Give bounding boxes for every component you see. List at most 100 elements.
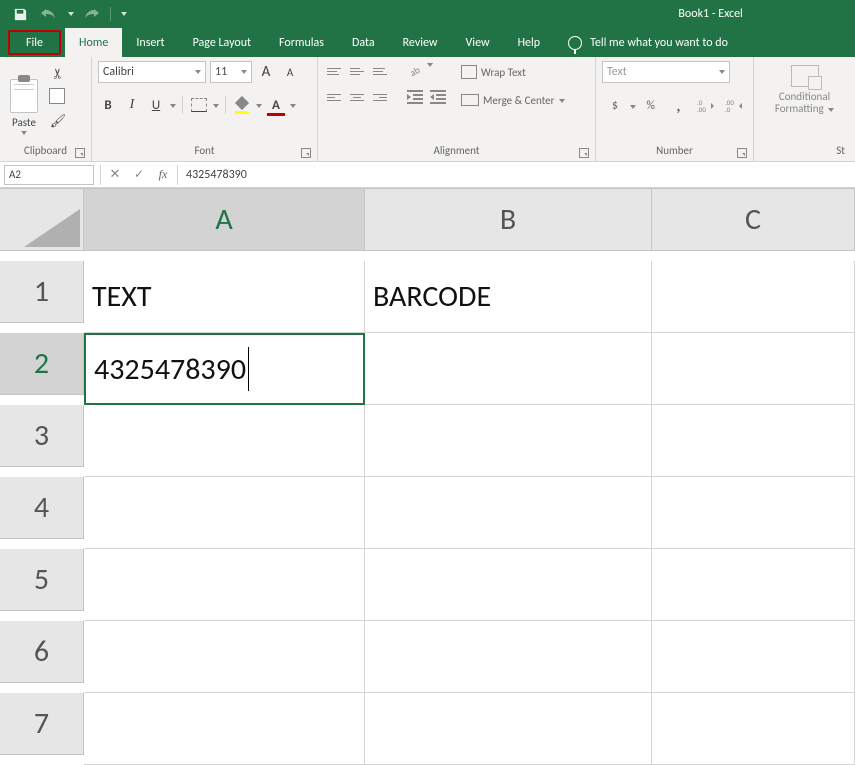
tab-page-layout[interactable]: Page Layout [179,28,265,57]
cell-c2[interactable] [652,333,855,405]
underline-button[interactable]: U [146,95,166,115]
cancel-button[interactable]: ✕ [103,165,127,185]
paste-button[interactable]: Paste [6,61,42,137]
merge-center-button[interactable]: Merge & Center [461,89,565,111]
chevron-down-icon[interactable] [290,104,296,108]
chevron-down-icon [828,108,834,112]
percent-button[interactable]: % [638,95,664,117]
border-button[interactable] [189,95,209,115]
shrink-font-button[interactable]: A [280,62,300,82]
undo-icon[interactable] [38,4,58,24]
chevron-down-icon[interactable] [170,104,176,108]
select-all-corner[interactable] [0,189,84,251]
decrease-decimal-button[interactable]: .00.0 [721,95,747,117]
cell-c4[interactable] [652,477,855,549]
row-header-6[interactable]: 6 [0,621,84,683]
cell-c1[interactable] [652,261,855,333]
cell-a7[interactable] [84,693,365,765]
dialog-launcher-icon[interactable] [75,148,85,158]
chevron-down-icon[interactable] [427,63,433,67]
cell-b7[interactable] [365,693,652,765]
font-color-button[interactable]: A [266,95,286,115]
number-group-label: Number [656,144,693,157]
dialog-launcher-icon[interactable] [737,148,747,158]
column-header-c[interactable]: C [652,189,855,251]
cell-b5[interactable] [365,549,652,621]
tab-insert[interactable]: Insert [122,28,178,57]
align-bottom-button[interactable] [370,61,390,81]
clipboard-icon [10,79,38,113]
tell-me-search[interactable]: Tell me what you want to do [554,28,742,57]
tab-review[interactable]: Review [389,28,452,57]
orientation-button[interactable]: ab [404,61,424,81]
row-header-7[interactable]: 7 [0,693,84,755]
align-left-button[interactable] [324,87,344,107]
conditional-formatting-button[interactable]: Conditional Formatting [769,61,840,119]
align-right-button[interactable] [370,87,390,107]
cell-a3[interactable] [84,405,365,477]
increase-indent-button[interactable] [427,87,447,107]
dialog-launcher-icon[interactable] [579,148,589,158]
format-painter-button[interactable]: 🖌 [48,111,68,131]
cut-button[interactable]: ✂ [48,63,68,83]
cell-a2[interactable]: 4325478390 [84,333,365,405]
tab-data[interactable]: Data [338,28,389,57]
enter-button[interactable]: ✓ [127,165,151,185]
row-header-3[interactable]: 3 [0,405,84,467]
cell-c7[interactable] [652,693,855,765]
tab-help[interactable]: Help [504,28,555,57]
column-header-a[interactable]: A [84,189,365,251]
dialog-launcher-icon[interactable] [301,148,311,158]
cell-b1[interactable]: BARCODE [365,261,652,333]
tab-formulas[interactable]: Formulas [265,28,338,57]
row-header-4[interactable]: 4 [0,477,84,539]
cell-a5[interactable] [84,549,365,621]
row-header-1[interactable]: 1 [0,261,84,323]
align-center-button[interactable] [347,87,367,107]
cell-a4[interactable] [84,477,365,549]
name-box[interactable]: A2 [4,165,94,185]
bold-button[interactable]: B [98,95,118,115]
chevron-down-icon[interactable] [213,104,219,108]
comma-button[interactable]: , [666,95,692,117]
font-name-combo[interactable]: Calibri [98,61,206,83]
cell-b2[interactable] [365,333,652,405]
font-size-combo[interactable]: 11 [210,61,252,83]
copy-button[interactable] [48,87,68,107]
italic-button[interactable]: I [122,95,142,115]
chevron-down-icon[interactable] [630,105,636,109]
tab-home[interactable]: Home [65,28,122,57]
cell-b3[interactable] [365,405,652,477]
cell-b4[interactable] [365,477,652,549]
align-middle-button[interactable] [347,61,367,81]
fill-color-button[interactable] [232,95,252,115]
wrap-text-button[interactable]: Wrap Text [461,61,565,83]
cell-c6[interactable] [652,621,855,693]
row-header-5[interactable]: 5 [0,549,84,611]
grow-font-button[interactable]: A [256,62,276,82]
cell-b6[interactable] [365,621,652,693]
tab-view[interactable]: View [452,28,504,57]
decrease-indent-button[interactable] [404,87,424,107]
cell-a6[interactable] [84,621,365,693]
row-header-2[interactable]: 2 [0,333,84,395]
save-icon[interactable] [10,4,30,24]
spreadsheet-grid: A B C 1 TEXT BARCODE 2 4325478390 3 4 5 … [0,188,855,765]
chevron-down-icon[interactable] [256,104,262,108]
text-cursor [248,347,249,391]
number-format-combo[interactable]: Text [602,61,730,83]
align-top-button[interactable] [324,61,344,81]
accounting-format-button[interactable]: $ [602,95,628,117]
fx-icon[interactable]: fx [151,167,175,182]
cell-c5[interactable] [652,549,855,621]
tab-file[interactable]: File [8,30,61,55]
column-header-b[interactable]: B [365,189,652,251]
cell-c3[interactable] [652,405,855,477]
increase-decimal-button[interactable]: .0.00 [693,95,719,117]
undo-dropdown-icon[interactable] [68,12,74,16]
font-name-value: Calibri [103,65,134,79]
redo-icon[interactable] [82,4,102,24]
qat-customize-icon[interactable] [121,12,127,16]
formula-input[interactable]: 4325478390 [180,168,855,182]
cell-a1[interactable]: TEXT [84,261,365,333]
